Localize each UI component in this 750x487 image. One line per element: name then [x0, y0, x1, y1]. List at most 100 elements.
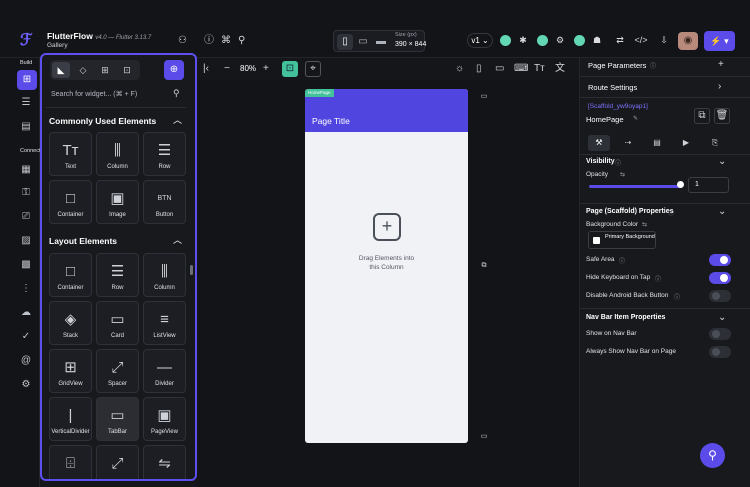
bg-color-select[interactable]: Primary Background — [588, 231, 656, 249]
widget-card-listview[interactable]: ≡ ListView — [143, 301, 186, 345]
text-scale-icon[interactable]: Tт — [534, 62, 545, 76]
widget-card[interactable]: ⇋ — [143, 445, 186, 479]
gear-icon[interactable]: ⚙ — [19, 378, 33, 392]
team-icon[interactable]: ⚇ — [178, 34, 187, 48]
route-settings-label[interactable]: Route Settings — [588, 83, 637, 92]
widget-card-tabbar[interactable]: ▭ TabBar — [96, 397, 139, 441]
page-name[interactable]: HomePage — [586, 115, 624, 124]
widget-card-card[interactable]: ▭ Card — [96, 301, 139, 345]
phone-device-icon[interactable]: ▯ — [337, 34, 353, 50]
copy-icon[interactable]: ⧉ — [694, 108, 710, 124]
translate-icon[interactable]: 文 — [555, 62, 565, 76]
add-component-button[interactable]: ⊕ — [164, 60, 184, 80]
safe-area-toggle[interactable] — [709, 254, 731, 266]
chevron-down-icon[interactable]: ⌄ — [718, 155, 726, 169]
add-widget-icon[interactable]: ⊞ — [17, 70, 37, 90]
zoom-in-icon[interactable]: + — [263, 62, 269, 76]
storyboard-icon[interactable]: ▤ — [19, 120, 33, 134]
add-parameter-icon[interactable]: + — [718, 58, 724, 72]
blocks-tab-icon[interactable]: ⊡ — [118, 62, 136, 78]
run-button[interactable]: ⚡ ▾ — [704, 31, 735, 51]
hide-keyboard-toggle[interactable] — [709, 272, 731, 284]
widget-search-input[interactable]: Search for widget... (⌘ + F) — [51, 90, 137, 98]
download-icon[interactable]: ⇩ — [655, 32, 673, 48]
widget-id[interactable]: [Scaffold_yw9oyap1] — [588, 103, 648, 110]
widget-tree-icon[interactable]: ☰ — [19, 96, 33, 110]
actions-tab-icon[interactable]: ⇢ — [617, 135, 639, 151]
select-mode-icon[interactable]: ⌖ — [305, 61, 321, 77]
widget-card-verticaldivider[interactable]: | VerticalDivider — [49, 397, 92, 441]
components-tab-icon[interactable]: ◇ — [74, 62, 92, 78]
backend-tab-icon[interactable]: ▤ — [646, 135, 668, 151]
always-navbar-toggle[interactable] — [709, 346, 731, 358]
code-icon[interactable]: </> — [632, 32, 650, 48]
project-name[interactable]: Gallery — [47, 42, 68, 49]
command-icon[interactable]: ⌘ — [221, 34, 231, 48]
properties-tab-icon[interactable]: ⚒ — [588, 135, 610, 151]
opacity-input[interactable]: 1 — [688, 177, 729, 193]
settings-icon[interactable]: ⚙ — [551, 32, 569, 48]
show-navbar-toggle[interactable] — [709, 328, 731, 340]
opacity-slider-handle[interactable] — [677, 181, 684, 188]
widget-card-pageview[interactable]: ▣ PageView — [143, 397, 186, 441]
device-frame-icon[interactable]: ▯ — [476, 62, 482, 76]
widget-card-spacer[interactable]: ⤢ Spacer — [96, 349, 139, 393]
phone-preview[interactable]: HomePage Page Title + Drag Elements into… — [305, 89, 468, 443]
chevron-up-icon[interactable]: ︿ — [173, 113, 182, 126]
zoom-out-icon[interactable]: − — [224, 62, 230, 76]
widget-card-container[interactable]: □ Container — [49, 180, 92, 224]
widget-card[interactable]: ⌹ — [49, 445, 92, 479]
api-icon[interactable]: ⚿ — [19, 186, 33, 200]
app-bar[interactable]: HomePage Page Title — [305, 89, 468, 132]
navbar-icon[interactable]: ▭ — [478, 432, 490, 442]
widget-card-row[interactable]: ☰ Row — [96, 253, 139, 297]
theme-icon[interactable]: ▨ — [19, 234, 33, 248]
desktop-device-icon[interactable]: ▬ — [373, 34, 389, 50]
templates-tab-icon[interactable]: ⊞ — [96, 62, 114, 78]
opacity-slider[interactable] — [589, 185, 682, 188]
widget-card-column[interactable]: ⫼ Column — [96, 132, 139, 176]
page-options-icon[interactable]: ▭ — [478, 92, 490, 102]
size-value[interactable]: 390 × 844 — [395, 41, 426, 48]
widget-card-column[interactable]: ⫼ Column — [143, 253, 186, 297]
docs-tab-icon[interactable]: ⎘ — [704, 135, 726, 151]
duplicate-icon[interactable]: ⧉ — [478, 262, 490, 272]
tablet-device-icon[interactable]: ▭ — [355, 34, 371, 50]
share-icon[interactable]: ⇄ — [611, 32, 629, 48]
cloud-function-icon[interactable]: ⎚ — [19, 210, 33, 224]
tablet-frame-icon[interactable]: ▭ — [495, 62, 504, 76]
branch-selector[interactable]: v1 ⌄ — [467, 33, 493, 48]
theme-mode-icon[interactable]: ☼ — [455, 62, 464, 76]
search-icon[interactable]: ⚲ — [173, 88, 180, 99]
widget-card-stack[interactable]: ◈ Stack — [49, 301, 92, 345]
cloud-icon[interactable]: ☁ — [19, 306, 33, 320]
collapse-panel-icon[interactable]: |‹ — [203, 62, 209, 76]
chevron-up-icon[interactable]: ︿ — [173, 233, 182, 246]
zoom-level[interactable]: 80% — [240, 64, 256, 73]
page-title[interactable]: Page Title — [312, 116, 350, 126]
flutter-widgets-tab-icon[interactable]: ◣ — [52, 62, 70, 78]
widget-card-gridview[interactable]: ⊞ GridView — [49, 349, 92, 393]
debug-icon[interactable]: ☗ — [588, 32, 606, 48]
page-parameters-label[interactable]: Page Parameters — [588, 61, 646, 70]
widget-card-button[interactable]: BTN Button — [143, 180, 186, 224]
search-icon[interactable]: ⚲ — [238, 34, 245, 48]
palette-scrollbar[interactable] — [190, 265, 193, 275]
animation-tab-icon[interactable]: ▶ — [675, 135, 697, 151]
widget-card-row[interactable]: ☰ Row — [143, 132, 186, 176]
widget-card-container[interactable]: □ Container — [49, 253, 92, 297]
chevron-down-icon[interactable]: ⌄ — [718, 311, 726, 325]
widget-card-divider[interactable]: — Divider — [143, 349, 186, 393]
delete-icon[interactable]: 🗑 — [714, 108, 730, 124]
preview-eye-icon[interactable]: ◉ — [678, 32, 698, 50]
search-fab-icon[interactable]: ⚲ — [700, 443, 725, 468]
flutterflow-logo-icon[interactable]: ℱ — [20, 30, 38, 49]
add-element-icon[interactable]: + — [373, 213, 401, 241]
widget-card-image[interactable]: ▣ Image — [96, 180, 139, 224]
custom-code-icon[interactable]: ⋮ — [19, 282, 33, 296]
disable-back-toggle[interactable] — [709, 290, 731, 302]
integrations-icon[interactable]: @ — [19, 354, 33, 368]
media-icon[interactable]: ▩ — [19, 258, 33, 272]
bug-icon[interactable]: ✱ — [514, 32, 532, 48]
edit-icon[interactable]: ✎ — [633, 115, 638, 122]
